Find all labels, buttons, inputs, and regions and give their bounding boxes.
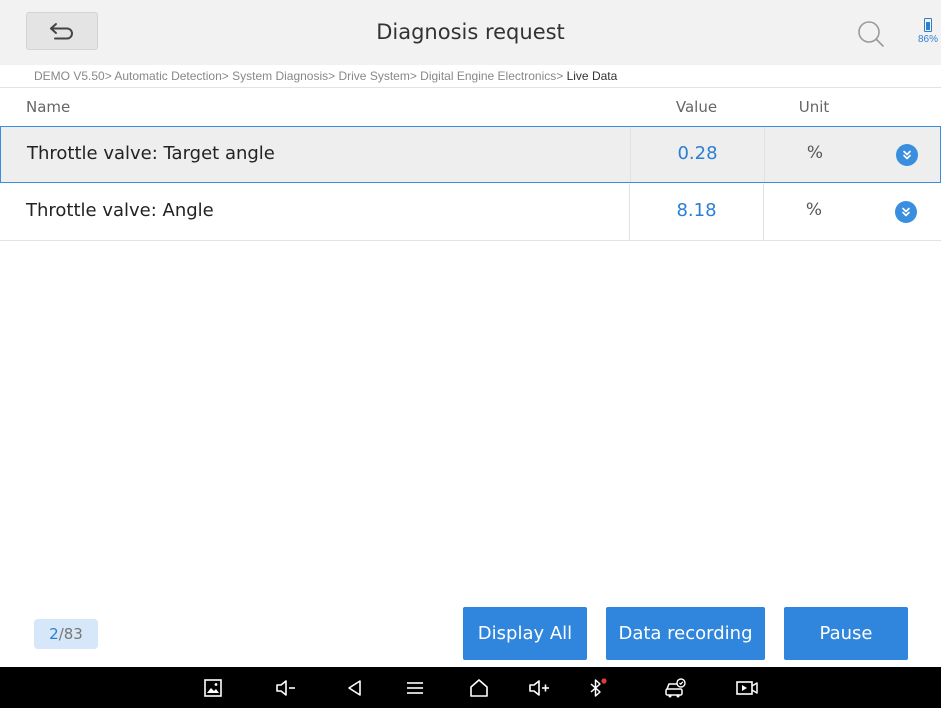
top-bar: Diagnosis request 86% [0, 0, 941, 65]
volume-down-icon[interactable] [274, 676, 298, 700]
display-all-button[interactable]: Display All [463, 607, 587, 660]
car-diagnosis-icon[interactable] [663, 676, 687, 700]
row-value: 8.18 [629, 184, 764, 240]
breadcrumb-current: Live Data [566, 69, 618, 83]
breadcrumb: DEMO V5.50> Automatic Detection> System … [0, 65, 941, 88]
home-icon[interactable] [467, 676, 491, 700]
back-button[interactable] [26, 12, 98, 50]
system-navbar [0, 667, 941, 708]
row-name: Throttle valve: Angle [26, 200, 214, 221]
column-header-name: Name [26, 98, 71, 116]
column-header-value: Value [675, 98, 718, 116]
bluetooth-icon[interactable] [585, 676, 609, 700]
battery-icon [924, 18, 932, 32]
expand-button[interactable] [895, 201, 917, 223]
table-row[interactable]: Throttle valve: Angle 8.18 % [0, 184, 941, 241]
breadcrumb-path: DEMO V5.50> Automatic Detection> System … [34, 69, 564, 83]
row-unit: % [806, 143, 824, 163]
data-recording-button[interactable]: Data recording [606, 607, 765, 660]
menu-icon[interactable] [403, 676, 427, 700]
chevron-double-down-icon [903, 150, 911, 160]
search-button[interactable] [856, 19, 886, 49]
table-row[interactable]: Throttle valve: Target angle 0.28 % [0, 126, 941, 183]
row-unit: % [805, 200, 823, 220]
row-name: Throttle valve: Target angle [27, 143, 275, 164]
row-value: 0.28 [630, 127, 765, 182]
back-arrow-icon [50, 23, 73, 40]
back-nav-icon[interactable] [343, 676, 367, 700]
page-current: 2 [49, 625, 59, 643]
page-title: Diagnosis request [376, 20, 565, 44]
table-header: Name Value Unit [0, 88, 941, 126]
column-header-unit: Unit [798, 98, 830, 116]
screenshot-icon[interactable] [201, 676, 225, 700]
search-icon [858, 21, 884, 47]
page-total: 83 [63, 625, 83, 643]
volume-up-icon[interactable] [527, 676, 551, 700]
page-indicator: 2/83 [34, 619, 98, 649]
chevron-double-down-icon [902, 207, 910, 217]
battery-indicator: 86% [915, 18, 941, 52]
expand-button[interactable] [896, 144, 918, 166]
battery-percent: 86% [917, 34, 938, 45]
pause-button[interactable]: Pause [784, 607, 908, 660]
screen-record-icon[interactable] [735, 676, 759, 700]
